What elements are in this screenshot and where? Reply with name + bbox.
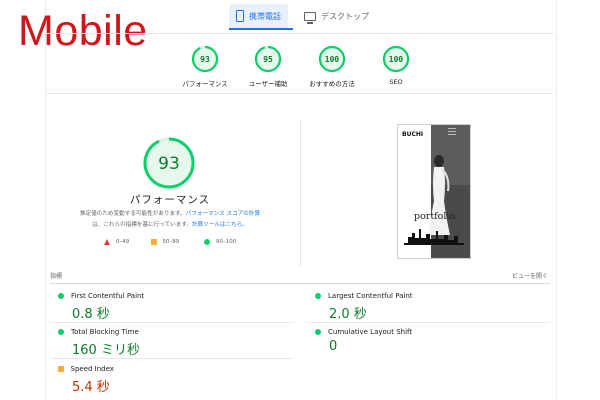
metric-name: Largest Contentful Paint: [328, 292, 413, 300]
phone-icon: [236, 10, 244, 22]
metric-tbt-value: 160 ミリ秒: [72, 343, 140, 358]
gauge-ring: 95: [254, 45, 282, 73]
metric-name: First Contentful Paint: [71, 292, 145, 300]
performance-gauge: 93: [143, 137, 195, 189]
legend-pass: 90–100: [204, 239, 236, 245]
metrics-section-title: 指標: [50, 273, 63, 280]
tab-mobile[interactable]: 携帯電話: [229, 4, 288, 28]
score-value: 100: [389, 55, 404, 64]
performance-description: 推定値のため変動する可能性があります。パフォーマンス スコアの計算 は、これらの…: [58, 209, 282, 231]
metric-fcp: First Contentful Paint: [58, 292, 144, 300]
gauge-ring: 100: [382, 45, 410, 73]
metric-cls: Cumulative Layout Shift: [315, 328, 412, 336]
expand-view-link[interactable]: ビューを開く: [512, 271, 548, 280]
legend-range: 0–49: [116, 239, 130, 245]
metric-fcp-value: 0.8 秒: [72, 307, 110, 322]
scores-divider: [46, 93, 554, 94]
active-tab-indicator: [229, 28, 293, 30]
screenshot-brand: BUCHI: [402, 131, 423, 138]
average-square-icon: [58, 366, 64, 372]
page-screenshot: BUCHI portfolio: [397, 124, 471, 259]
screenshot-image: BUCHI portfolio: [398, 125, 470, 258]
score-gauge-best-practices[interactable]: 100 おすすめの方法: [297, 44, 367, 88]
desc-text-1: 推定値のため変動する可能性があります。: [79, 211, 186, 217]
pass-circle-icon: [58, 329, 64, 335]
metric-name: Cumulative Layout Shift: [328, 328, 413, 336]
legend-range: 90–100: [216, 239, 237, 245]
score-gauge-performance[interactable]: 93 パフォーマンス: [170, 44, 240, 88]
desc-text-2: は、これらの指標を基に行っています。: [92, 222, 192, 228]
pass-circle-icon: [315, 293, 321, 299]
metric-tbt: Total Blocking Time: [58, 328, 139, 336]
average-square-icon: [151, 239, 157, 245]
metric-lcp-value: 2.0 秒: [329, 307, 367, 322]
monitor-icon: [304, 11, 316, 24]
tab-mobile-label: 携帯電話: [249, 11, 281, 21]
screenshot-text: portfolio: [414, 211, 455, 222]
tab-desktop-label: デスクトップ: [321, 11, 369, 21]
score-value: 93: [200, 55, 210, 64]
metric-cls-value: 0: [329, 339, 338, 354]
score-label: ユーザー補助: [248, 80, 288, 88]
calculator-link[interactable]: 計算ツールはこちら。: [192, 222, 248, 228]
metrics-top-divider: [50, 283, 550, 284]
score-label: パフォーマンス: [182, 80, 228, 88]
tabs-divider: [46, 33, 554, 34]
performance-title: パフォーマンス: [129, 194, 211, 206]
metric-lcp: Largest Contentful Paint: [315, 292, 413, 300]
legend-fail: 0–49: [104, 239, 129, 245]
mobile-overlay-label: Mobile: [18, 7, 148, 55]
score-calc-link[interactable]: パフォーマンス スコアの計算: [186, 211, 260, 217]
metric-speed-index-value: 5.4 秒: [72, 380, 110, 395]
gauge-ring: 100: [318, 45, 346, 73]
fail-triangle-icon: [104, 239, 110, 245]
pass-circle-icon: [204, 239, 210, 245]
metric-divider: [50, 358, 294, 359]
vertical-divider: [300, 120, 301, 268]
score-value: 95: [263, 55, 273, 64]
metric-divider: [306, 322, 550, 323]
tab-desktop[interactable]: デスクトップ: [297, 4, 376, 28]
performance-score-value: 93: [158, 154, 180, 174]
score-label: おすすめの方法: [309, 80, 355, 88]
score-value: 100: [325, 55, 340, 64]
pass-circle-icon: [315, 329, 321, 335]
gauge-ring: 93: [191, 45, 219, 73]
pass-circle-icon: [58, 293, 64, 299]
legend-range: 50–89: [162, 239, 180, 245]
score-gauge-accessibility[interactable]: 95 ユーザー補助: [233, 44, 303, 88]
legend-average: 50–89: [151, 239, 179, 245]
metric-name: Speed Index: [70, 365, 114, 373]
metric-divider: [50, 322, 294, 323]
score-gauge-seo[interactable]: 100 SEO: [361, 44, 431, 86]
metric-speed-index: Speed Index: [58, 365, 114, 373]
score-label: SEO: [389, 78, 403, 86]
metric-name: Total Blocking Time: [71, 328, 139, 336]
